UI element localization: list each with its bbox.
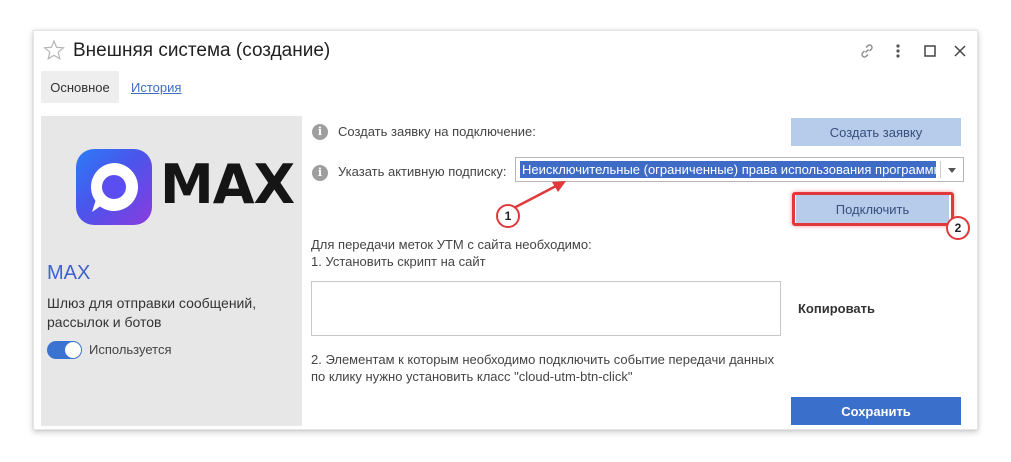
- info-icon[interactable]: i: [312, 124, 328, 140]
- integration-card: MAX MAX Шлюз для отправки сообщений, рас…: [41, 116, 302, 426]
- create-request-button[interactable]: Создать заявку: [791, 118, 961, 146]
- integration-name: MAX: [47, 262, 91, 284]
- request-label: Создать заявку на подключение:: [338, 124, 536, 139]
- integration-description: Шлюз для отправки сообщений, рассылок и …: [47, 295, 257, 330]
- tab-main[interactable]: Основное: [41, 71, 119, 103]
- save-button[interactable]: Сохранить: [791, 397, 961, 425]
- utm-step-2-line-2: по клику нужно установить класс "cloud-u…: [311, 369, 633, 384]
- titlebar: Внешняя система (создание): [34, 31, 977, 71]
- max-logo: MAX: [76, 149, 295, 227]
- window-title: Внешняя система (создание): [73, 40, 331, 61]
- subscription-select-value: Неисключительные (ограниченные) права ис…: [520, 161, 936, 178]
- subscription-select[interactable]: Неисключительные (ограниченные) права ис…: [515, 157, 964, 182]
- toggle-label: Используется: [89, 342, 172, 357]
- tab-history[interactable]: История: [131, 71, 181, 103]
- max-logo-mark: [76, 149, 152, 225]
- close-icon[interactable]: [950, 41, 970, 61]
- select-divider: [940, 161, 941, 178]
- toggle-knob: [65, 342, 81, 358]
- annotation-highlight: [792, 192, 954, 226]
- utm-step-2-line-1: 2. Элементам к которым необходимо подклю…: [311, 352, 775, 367]
- dialog-window: Внешняя система (создание) Основное Исто…: [33, 30, 978, 430]
- utm-step-1: 1. Установить скрипт на сайт: [311, 254, 486, 269]
- star-icon[interactable]: [43, 39, 65, 61]
- annotation-badge-2: 2: [946, 216, 970, 240]
- copy-button[interactable]: Копировать: [798, 301, 875, 316]
- subscription-label: Указать активную подписку:: [338, 164, 507, 179]
- utm-intro: Для передачи меток УТМ с сайта необходим…: [311, 237, 592, 252]
- maximize-icon[interactable]: [920, 41, 940, 61]
- utm-step-2: 2. Элементам к которым необходимо подклю…: [311, 351, 774, 385]
- utm-instructions: Для передачи меток УТМ с сайта необходим…: [311, 236, 592, 270]
- link-icon[interactable]: [857, 41, 877, 61]
- info-icon[interactable]: i: [312, 165, 328, 181]
- script-textarea[interactable]: [311, 281, 781, 336]
- annotation-badge-1: 1: [496, 204, 520, 228]
- logo-wordmark: MAX: [160, 153, 295, 216]
- more-vertical-icon[interactable]: [888, 41, 908, 61]
- chevron-down-icon[interactable]: [944, 162, 960, 178]
- enabled-toggle[interactable]: [47, 341, 82, 359]
